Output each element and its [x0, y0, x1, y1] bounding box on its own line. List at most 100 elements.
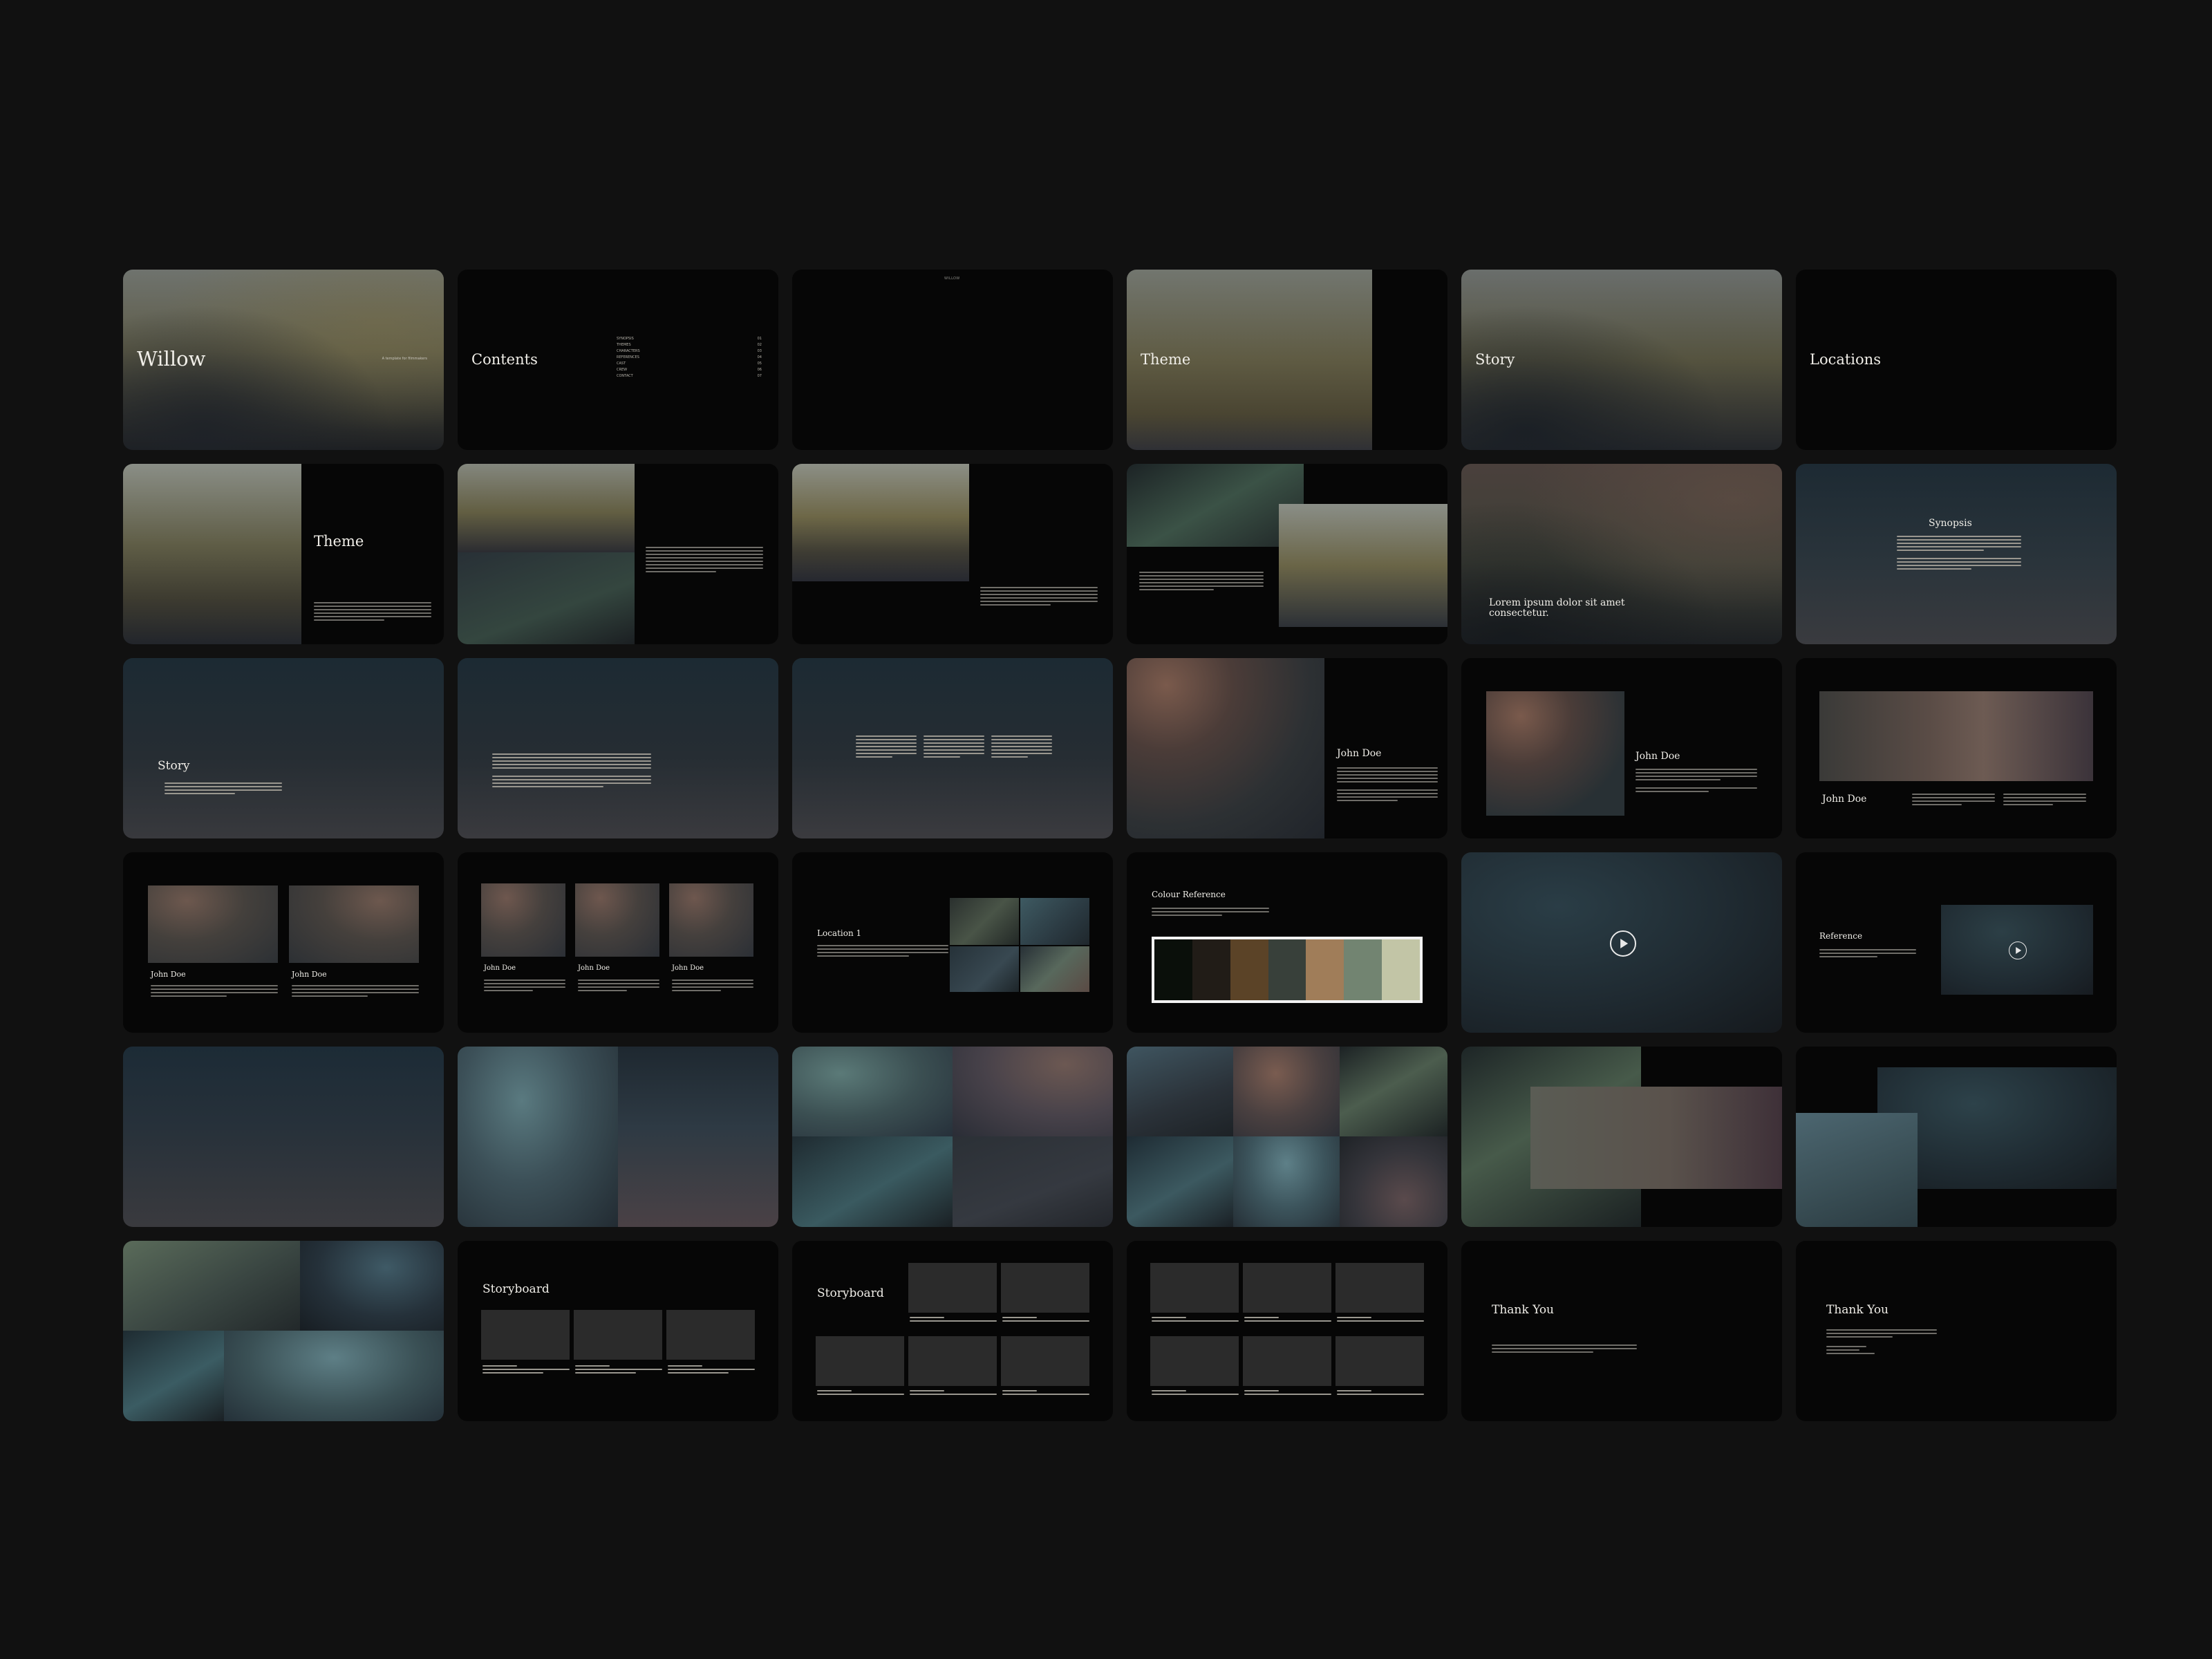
location-photo-3 — [950, 946, 1019, 992]
slide-fullbleed-image[interactable] — [123, 1047, 444, 1227]
slide-theme-split[interactable] — [458, 464, 778, 644]
slide-thank-you-2[interactable]: Thank You — [1796, 1241, 2117, 1421]
slide-contents[interactable]: Contents SYNOPSIS 01 THEMES 02 CHARACTERS 0… — [458, 270, 778, 450]
story-body-text — [165, 782, 282, 796]
slide-story-divider[interactable]: Story — [1461, 270, 1782, 450]
thank-you-heading-2: Thank You — [1826, 1303, 1889, 1317]
thank-you-text-2 — [1826, 1329, 1937, 1356]
storyboard-captions — [910, 1390, 997, 1397]
slide-overlap-images[interactable] — [1461, 1047, 1782, 1227]
play-icon[interactable] — [1610, 930, 1636, 957]
story-heading: Story — [1475, 351, 1515, 368]
slide-colour-reference[interactable]: Colour Reference — [1127, 852, 1447, 1033]
character-bio — [1337, 767, 1438, 803]
character-photo-b — [575, 883, 659, 957]
slide-thank-you-1[interactable]: Thank You — [1461, 1241, 1782, 1421]
slide-two-images[interactable] — [458, 1047, 778, 1227]
location-photo-2 — [1020, 898, 1089, 945]
slide-storyboard-1[interactable]: Storyboard — [458, 1241, 778, 1421]
colour-reference-heading: Colour Reference — [1152, 890, 1226, 899]
contents-list: SYNOPSIS 01 THEMES 02 CHARACTERS 03 REFEREN… — [617, 336, 762, 379]
storyboard-captions — [1002, 1390, 1089, 1397]
toc-item[interactable]: CREW 06 — [617, 367, 762, 373]
character-wide-col-2 — [2003, 794, 2086, 807]
reference-text — [1819, 949, 1916, 959]
toc-item[interactable]: REFERENCES 04 — [617, 355, 762, 361]
slide-story-text[interactable]: Story — [123, 658, 444, 838]
slide-story-columns[interactable] — [458, 658, 778, 838]
mosaic-image-1 — [123, 1241, 300, 1331]
character-name-a: John Doe — [484, 964, 516, 972]
storyboard-captions — [817, 1390, 904, 1397]
theme-heading: Theme — [1141, 351, 1191, 368]
slide-two-characters[interactable]: John Doe John Doe — [123, 852, 444, 1033]
slide-title[interactable]: Willow A template for filmmakers — [123, 270, 444, 450]
slide-theme-divider[interactable]: Theme — [1127, 270, 1447, 450]
image-q4 — [953, 1136, 1113, 1227]
overlap-photo-right — [1279, 504, 1447, 627]
split-photo-bottom — [458, 552, 635, 644]
colour-swatch — [1154, 939, 1192, 1000]
slide-three-characters[interactable]: John Doe John Doe John Doe — [458, 852, 778, 1033]
storyboard-frame — [1243, 1336, 1331, 1386]
image-left — [458, 1047, 618, 1227]
character-bio-2 — [292, 985, 419, 999]
character-name-b: John Doe — [578, 964, 610, 972]
thank-you-text-1 — [1492, 1344, 1637, 1355]
slide-character-square[interactable]: John Doe — [1461, 658, 1782, 838]
slide-locations-divider[interactable]: Locations — [1796, 270, 2117, 450]
character-wide-name: John Doe — [1822, 794, 1867, 805]
slide-blank[interactable]: WILLOW — [792, 270, 1113, 450]
character-photo-c — [669, 883, 753, 957]
image-q1 — [792, 1047, 953, 1136]
slide-theme-overlap[interactable] — [1127, 464, 1447, 644]
deck-title: Willow — [137, 347, 206, 371]
toc-item[interactable]: CONTACT 07 — [617, 373, 762, 379]
image-right — [618, 1047, 778, 1227]
slide-theme-text[interactable]: Theme — [123, 464, 444, 644]
slide-synopsis[interactable]: Synopsis — [1796, 464, 2117, 644]
slide-storyboard-3[interactable] — [1127, 1241, 1447, 1421]
character-square-photo — [1486, 691, 1624, 816]
slide-story-three-columns[interactable] — [792, 658, 1113, 838]
character-photo — [1127, 658, 1324, 838]
slide-character-wide[interactable]: John Doe — [1796, 658, 2117, 838]
storyboard-frame — [1001, 1336, 1089, 1386]
slide-four-images[interactable] — [792, 1047, 1113, 1227]
slide-storyboard-2[interactable]: Storyboard — [792, 1241, 1113, 1421]
slide-character-feature[interactable]: John Doe — [1127, 658, 1447, 838]
story-section-title: Story — [158, 759, 190, 773]
synopsis-heading: Synopsis — [1929, 518, 1972, 529]
storyboard-captions — [1244, 1390, 1331, 1397]
toc-item[interactable]: CAST 05 — [617, 361, 762, 367]
character-square-bio — [1635, 769, 1757, 794]
colour-palette-strip — [1152, 937, 1423, 1003]
character-name-1: John Doe — [151, 970, 186, 979]
image-s4 — [1127, 1136, 1233, 1227]
storyboard-heading-2: Storyboard — [817, 1286, 884, 1300]
storyboard-frame — [816, 1336, 904, 1386]
storyboard-frame — [1150, 1263, 1239, 1313]
slide-reference-video[interactable]: Reference — [1796, 852, 2117, 1033]
colour-swatch — [1382, 939, 1420, 1000]
slide-video[interactable] — [1461, 852, 1782, 1033]
colour-reference-text — [1152, 908, 1269, 918]
contents-heading: Contents — [471, 351, 538, 368]
toc-item[interactable]: CHARACTERS 03 — [617, 348, 762, 355]
storyboard-captions — [1337, 1317, 1424, 1324]
slide-six-images[interactable] — [1127, 1047, 1447, 1227]
toc-item[interactable]: SYNOPSIS 01 — [617, 336, 762, 342]
slide-location-1[interactable]: Location 1 — [792, 852, 1113, 1033]
story-long-text — [492, 753, 651, 789]
slide-mosaic-images[interactable] — [123, 1241, 444, 1421]
slide-theme-photo-text[interactable] — [792, 464, 1113, 644]
location-photo-1 — [950, 898, 1019, 945]
slide-offset-images[interactable] — [1796, 1047, 2117, 1227]
colour-swatch — [1306, 939, 1344, 1000]
storyboard-captions — [1002, 1317, 1089, 1324]
toc-item[interactable]: THEMES 02 — [617, 342, 762, 348]
slide-quote[interactable]: Lorem ipsum dolor sit amet consectetur. — [1461, 464, 1782, 644]
reference-play-icon[interactable] — [2009, 941, 2027, 959]
character-bio-b — [578, 980, 659, 993]
colour-swatches — [1154, 939, 1420, 1000]
